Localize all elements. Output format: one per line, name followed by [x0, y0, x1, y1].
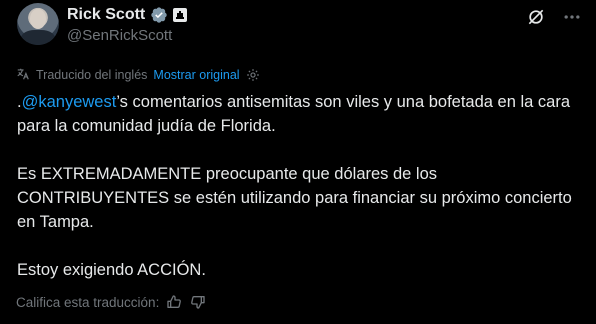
gear-icon[interactable] [246, 68, 260, 82]
translate-icon [16, 67, 30, 84]
display-name[interactable]: Rick Scott [67, 6, 145, 24]
thumbs-down-icon[interactable] [189, 293, 207, 311]
header-actions [526, 7, 582, 27]
government-badge-icon[interactable] [173, 8, 188, 22]
rate-translation-label: Califica esta traducción: [16, 294, 160, 310]
avatar-face [30, 9, 46, 29]
grok-icon[interactable] [526, 7, 546, 27]
avatar-body [21, 30, 55, 45]
mention-link[interactable]: @kanyewest [22, 93, 117, 111]
handle[interactable]: @SenRickScott [67, 27, 172, 44]
thumbs-up-icon[interactable] [165, 293, 183, 311]
rate-translation: Califica esta traducción: [16, 293, 207, 311]
tweet-paragraph-3: Estoy exigiendo ACCIÓN. [17, 261, 206, 279]
tweet-text: .@kanyewest’s comentarios antisemitas so… [17, 90, 582, 282]
more-options-icon[interactable] [562, 7, 582, 27]
tweet-paragraph-1: .@kanyewest’s comentarios antisemitas so… [17, 90, 582, 138]
avatar[interactable] [17, 3, 59, 45]
show-original-link[interactable]: Mostrar original [153, 68, 239, 82]
translation-note-text: Traducido del inglés [36, 68, 148, 82]
tweet-paragraph-2: Es EXTREMADAMENTE preocupante que dólare… [17, 165, 572, 231]
translation-note: Traducido del inglés Mostrar original [16, 67, 260, 83]
verified-check-icon[interactable] [150, 6, 168, 24]
name-row: Rick Scott [67, 4, 188, 26]
